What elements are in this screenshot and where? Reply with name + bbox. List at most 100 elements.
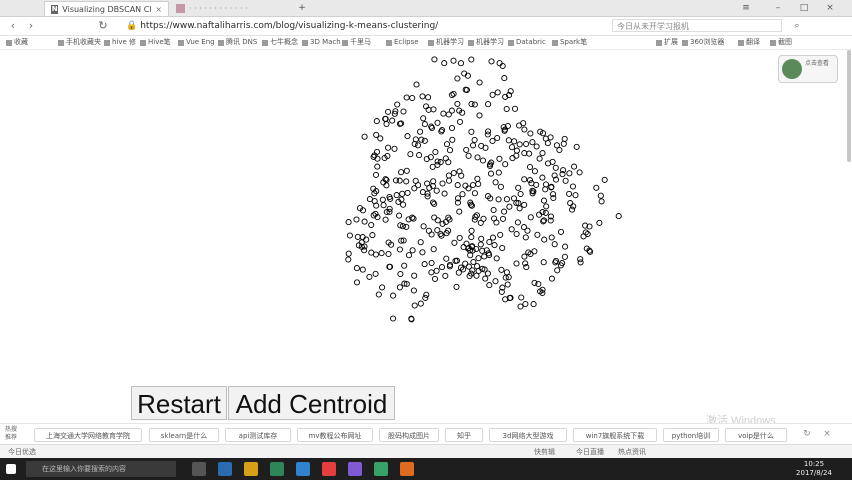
data-point — [482, 275, 489, 282]
bookmark-item[interactable]: 截图 — [770, 37, 792, 48]
data-point — [526, 177, 534, 184]
forward-icon[interactable]: › — [24, 19, 38, 33]
data-point — [529, 139, 536, 146]
close-window-icon[interactable]: × — [822, 2, 838, 14]
side-widget[interactable]: 点击查看 — [778, 55, 838, 83]
bookmark-item[interactable]: 360浏览器 — [682, 37, 724, 48]
data-point — [443, 255, 450, 262]
tab-favicon-icon — [176, 4, 185, 13]
address-bar: ‹ › ↻ 🔒 https://www.naftaliharris.com/blo… — [0, 17, 852, 36]
bookmark-item[interactable]: Databric — [508, 37, 546, 48]
hot-search-chip[interactable]: win7旗舰系统下载 — [573, 428, 657, 442]
hot-search-chip[interactable]: 知乎 — [445, 428, 483, 442]
app-icon[interactable] — [322, 462, 336, 476]
status-item[interactable]: 快剪辑 — [534, 446, 555, 458]
bookmark-item[interactable]: Eclipse — [386, 37, 419, 48]
data-point — [463, 146, 470, 153]
hot-search-chip[interactable]: voip是什么 — [725, 428, 787, 442]
data-point — [474, 175, 481, 182]
data-point — [377, 135, 384, 142]
data-point — [489, 91, 496, 98]
search-icon[interactable]: ⌕ — [790, 19, 804, 33]
bookmark-item[interactable]: 机器学习 — [428, 37, 464, 48]
restart-button[interactable]: Restart — [131, 386, 227, 420]
bookmark-item[interactable]: 收藏 — [6, 37, 28, 48]
hot-search-chip[interactable]: sklearn是什么 — [149, 428, 219, 442]
tab-second[interactable]: · · · · · · · · · · · · — [170, 1, 292, 16]
bookmark-item[interactable]: 扩展 — [656, 37, 678, 48]
hot-search-chip[interactable]: api测试库存 — [225, 428, 291, 442]
taskbar-search-input[interactable]: 在这里输入你要搜索的内容 — [26, 461, 176, 477]
browser-search-input[interactable]: 今日从未开学习报机 — [612, 19, 782, 32]
refresh-icon[interactable]: ↻ — [96, 19, 110, 33]
minimize-icon[interactable]: – — [770, 2, 786, 14]
data-point — [353, 279, 361, 286]
data-point — [489, 137, 496, 145]
hot-search-chip[interactable]: 3d网络大型游戏 — [489, 428, 567, 442]
hot-search-label: 热搜推荐 — [5, 426, 18, 441]
app-icon[interactable] — [296, 462, 310, 476]
bookmark-item[interactable]: Hive笔 — [140, 37, 171, 48]
windows-start-icon[interactable] — [6, 464, 16, 474]
scatter-canvas[interactable] — [300, 55, 640, 345]
data-point — [374, 163, 381, 170]
data-point — [453, 283, 460, 290]
close-hot-icon[interactable]: × — [820, 427, 834, 441]
data-point — [455, 269, 462, 276]
status-item[interactable]: 今日直播 — [576, 446, 604, 458]
bookmark-item[interactable]: 腾讯 DNS — [218, 37, 257, 48]
data-point — [433, 187, 440, 194]
store-icon[interactable] — [270, 462, 284, 476]
hot-search-chip[interactable]: 股码构成图片 — [379, 428, 439, 442]
add-centroid-button[interactable]: Add Centroid — [228, 386, 395, 420]
data-point — [468, 56, 475, 63]
bookmark-item[interactable]: 翻译 — [738, 37, 760, 48]
bookmark-item[interactable]: 千里马 — [342, 37, 371, 48]
refresh-hot-icon[interactable]: ↻ — [800, 427, 814, 441]
app-icon[interactable] — [348, 462, 362, 476]
bookmark-item[interactable]: hive 修 — [104, 37, 136, 48]
app-icon[interactable] — [400, 462, 414, 476]
data-point — [475, 255, 482, 262]
data-point — [383, 182, 390, 189]
data-point — [504, 281, 511, 288]
data-point — [421, 121, 428, 128]
taskbar-clock[interactable]: 10:25 2017/8/24 — [790, 460, 838, 478]
app-icon[interactable] — [374, 462, 388, 476]
task-view-icon[interactable] — [192, 462, 206, 476]
menu-icon[interactable]: ≡ — [738, 2, 754, 14]
bookmark-item[interactable]: Vue Eng — [178, 37, 215, 48]
bookmark-item[interactable]: 手机收藏夹 — [58, 37, 101, 48]
scrollbar[interactable] — [847, 50, 851, 162]
url-field[interactable]: 🔒 https://www.naftaliharris.com/blog/visu… — [126, 19, 596, 33]
data-point — [543, 203, 550, 210]
hot-search-chip[interactable]: mv教程公布网址 — [297, 428, 373, 442]
data-point — [523, 140, 530, 148]
maximize-icon[interactable]: □ — [796, 2, 812, 14]
bookmark-item[interactable]: 机器学习 — [468, 37, 504, 48]
status-item[interactable]: 热点资讯 — [618, 446, 646, 458]
bookmark-item[interactable]: Spark笔 — [552, 37, 587, 48]
back-icon[interactable]: ‹ — [6, 19, 20, 33]
data-point — [403, 167, 410, 174]
bookmark-item[interactable]: 七牛概念 — [262, 37, 298, 48]
data-point — [429, 163, 436, 170]
data-point — [411, 302, 418, 309]
hot-search-chip[interactable]: 上海交通大学网络教育学院 — [34, 428, 142, 442]
new-tab-icon[interactable]: + — [294, 2, 310, 14]
hot-search-chip[interactable]: python培训 — [663, 428, 719, 442]
data-point — [486, 282, 493, 289]
edge-icon[interactable] — [218, 462, 232, 476]
tab-visualizing-dbscan[interactable]: N Visualizing DBSCAN Cluster × — [44, 1, 169, 16]
data-point — [394, 101, 401, 108]
data-point — [488, 58, 495, 65]
bookmark-item[interactable]: 3D Mach — [302, 37, 341, 48]
close-tab-icon[interactable]: × — [155, 5, 162, 14]
data-point — [521, 126, 528, 133]
data-point — [428, 269, 435, 276]
file-explorer-icon[interactable] — [244, 462, 258, 476]
data-point — [404, 133, 411, 140]
tab-label: Visualizing DBSCAN Cluster — [62, 4, 152, 14]
data-point — [518, 294, 525, 301]
data-point — [369, 232, 376, 239]
